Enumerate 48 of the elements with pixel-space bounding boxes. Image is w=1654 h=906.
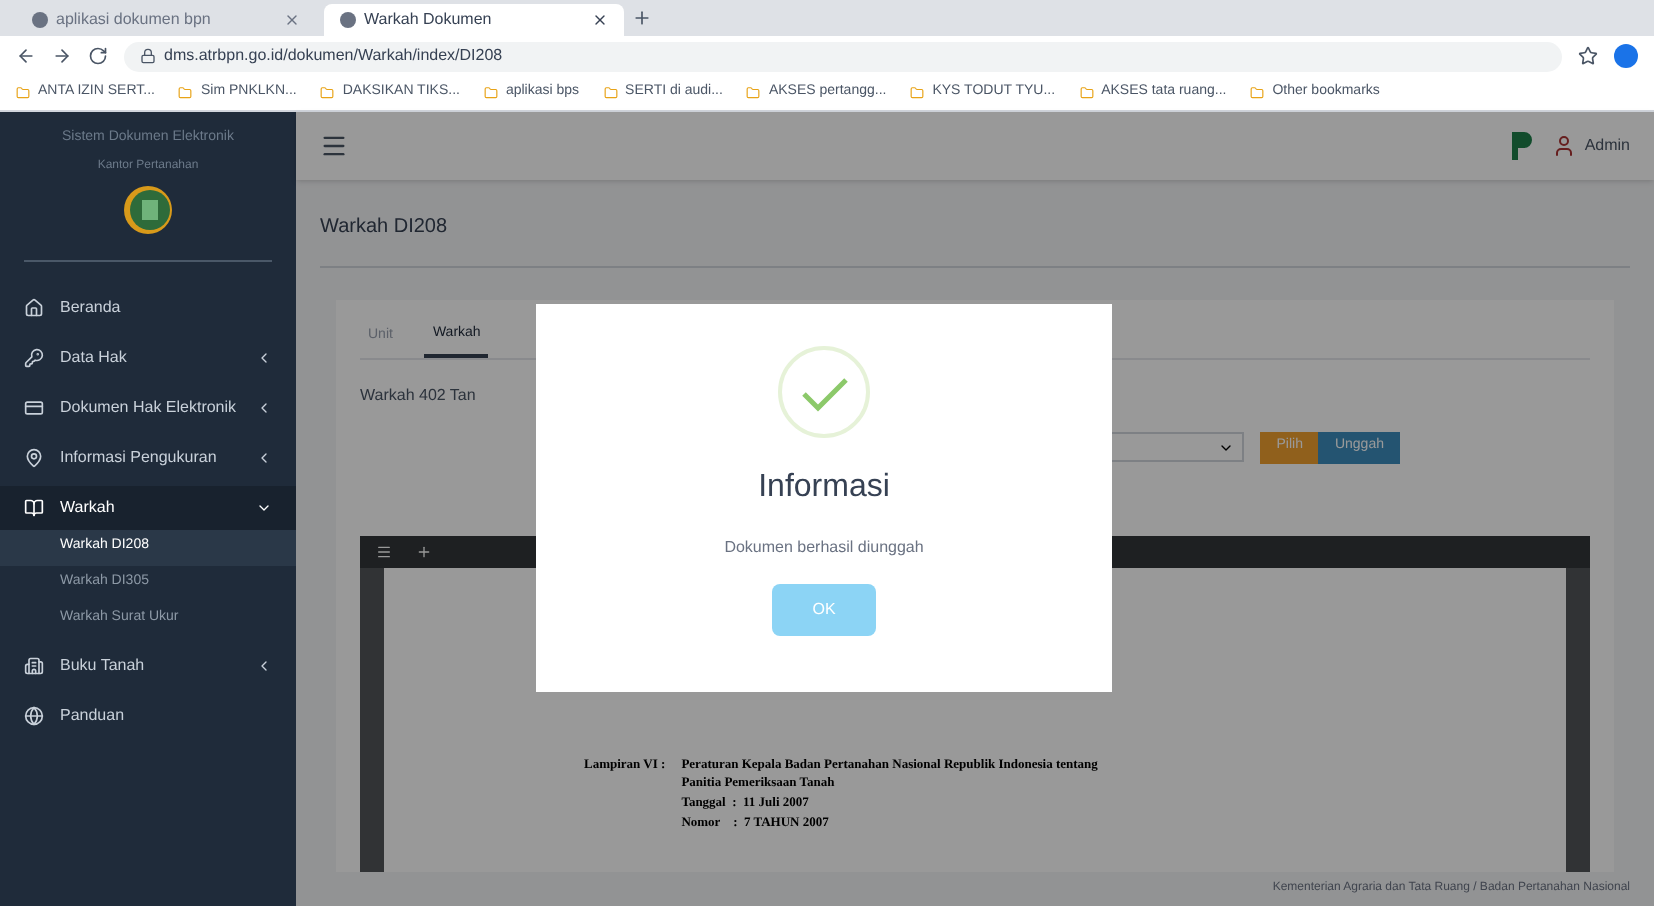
folder-icon [603,86,618,100]
browser-tab[interactable]: aplikasi dokumen bpn [16,4,316,36]
sidebar-item[interactable]: Informasi Pengukuran [0,435,296,479]
user-name[interactable]: Admin [1584,134,1630,158]
folder-icon [910,86,925,100]
favicon-icon [340,12,356,28]
field-label: Warkah 402 Tan [360,383,478,407]
page-title: Warkah DI208 [320,212,1630,268]
emblem-logo [122,183,174,235]
p-logo-icon [1508,130,1537,162]
building-icon [24,655,44,675]
dialog-message: Dokumen berhasil diunggah [724,536,924,560]
folder-icon [1079,86,1094,100]
folder-icon [746,86,761,100]
folder-icon [1250,86,1265,100]
globe-icon [24,705,44,725]
reload-icon[interactable] [88,46,108,66]
success-check-icon [776,344,872,440]
forward-icon[interactable] [52,46,72,66]
address-bar[interactable]: dms.atrbpn.go.id/dokumen/Warkah/index/DI208 [124,41,1562,71]
home-icon [24,297,44,317]
folder-icon [320,86,335,100]
sidebar-item[interactable]: Buku Tanah [0,643,296,687]
dialog-title: Informasi [758,468,890,508]
zoom-in-icon[interactable] [416,543,432,559]
bookmark-star-icon[interactable] [1578,46,1598,66]
close-icon[interactable] [592,12,608,28]
sidebar-item[interactable]: Warkah [0,485,296,529]
menu-icon[interactable] [320,132,348,160]
sidebar-item[interactable]: Panduan [0,693,296,737]
browser-tab[interactable]: Warkah Dokumen [324,4,624,36]
sidebar-item[interactable]: Beranda [0,285,296,329]
key-icon [24,347,44,367]
folder-icon [483,86,498,100]
book-icon [24,497,44,517]
sidebar-item[interactable]: Dokumen Hak Elektronik [0,385,296,429]
favicon-icon [32,12,48,28]
card-icon [24,397,44,417]
folder-icon [16,86,30,100]
folder-icon [178,86,193,100]
sidebar-item[interactable]: Data Hak [0,335,296,379]
menu-icon[interactable] [376,543,392,559]
back-icon[interactable] [16,46,36,66]
profile-avatar[interactable] [1614,44,1638,68]
user-avatar-icon[interactable] [1552,134,1577,158]
new-tab-icon[interactable] [632,8,652,28]
pin-icon [24,447,44,467]
lock-icon [140,48,156,64]
